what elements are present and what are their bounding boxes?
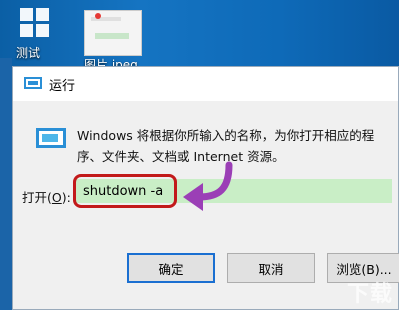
run-dialog: 运行 Windows 将根据你所输入的名称，为你打开相应的程序、文件夹、文档或 …	[12, 66, 399, 310]
windows-logo-icon	[20, 8, 50, 38]
desktop-side-area	[0, 58, 12, 310]
site-watermark: 下载	[346, 282, 393, 307]
ok-button[interactable]: 确定	[127, 253, 215, 283]
pointing-arrow-icon	[183, 161, 233, 211]
command-highlight-annotation	[73, 174, 177, 208]
dialog-title: 运行	[49, 79, 76, 94]
title-bar: 运行	[13, 67, 398, 101]
open-label: 打开(O):	[22, 190, 71, 205]
desktop-icon-label[interactable]: 测试	[16, 44, 40, 61]
run-app-large-icon	[36, 128, 66, 148]
image-file-thumbnail[interactable]	[84, 10, 142, 56]
cancel-button[interactable]: 取消	[227, 253, 315, 283]
run-app-icon	[24, 77, 42, 89]
